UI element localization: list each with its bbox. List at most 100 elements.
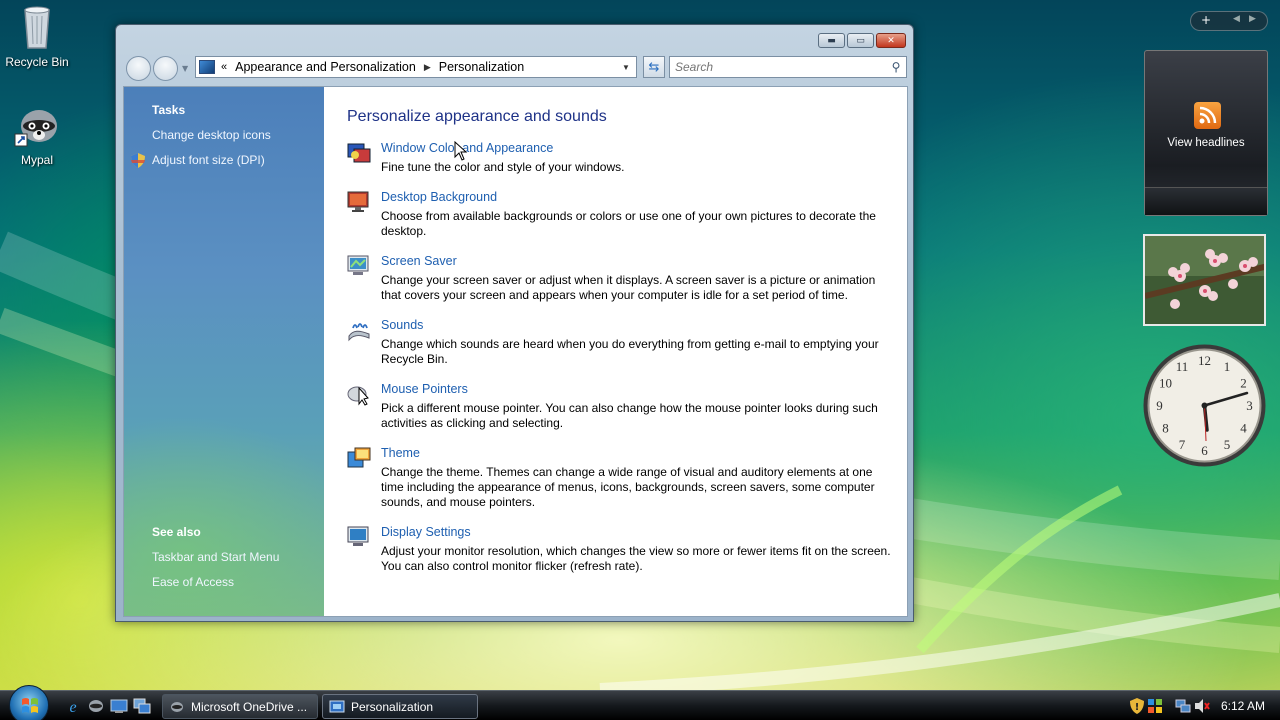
maximize-button[interactable]: ▭ [847, 33, 874, 48]
desktop-icon-mypal[interactable]: Mypal [0, 100, 74, 167]
clock-numeral: 11 [1176, 359, 1189, 374]
security-shield-icon[interactable]: ! [1130, 698, 1144, 714]
clock-numeral: 1 [1224, 359, 1231, 374]
desktop-background-link[interactable]: Desktop Background [381, 190, 497, 204]
clock-numeral: 5 [1224, 437, 1231, 452]
minimize-button[interactable]: ▬ [818, 33, 845, 48]
network-icon[interactable] [1175, 698, 1191, 714]
recent-pages-dropdown[interactable]: ▼ [182, 64, 188, 73]
screen-saver-icon [347, 255, 369, 275]
tasks-heading: Tasks [152, 103, 186, 117]
svg-text:!: ! [1135, 702, 1140, 713]
add-gadget-icon[interactable]: + [1201, 13, 1211, 27]
item-description: Adjust your monitor resolution, which ch… [381, 544, 891, 573]
desktop-background-icon [347, 191, 369, 212]
personalization-window: ▬ ▭ ✕ ▼ « Appearance and Personalization… [115, 24, 914, 622]
clock-numeral: 6 [1201, 443, 1208, 458]
rss-icon [1194, 102, 1221, 129]
change-desktop-icons-link[interactable]: Change desktop icons [152, 128, 271, 142]
view-headlines-label[interactable]: View headlines [1145, 137, 1267, 149]
taskbar: e Microsoft OneDrive ... Personalization… [0, 685, 1280, 720]
sounds-link[interactable]: Sounds [381, 318, 423, 332]
taskbar-button-label: Personalization [351, 699, 434, 714]
forward-button[interactable] [153, 56, 178, 81]
clock-numeral: 7 [1179, 437, 1186, 452]
theme-icon [347, 447, 371, 468]
refresh-button[interactable]: ⇆ [643, 56, 665, 78]
address-dropdown-icon[interactable]: ▼ [616, 57, 636, 77]
navigation-bar: ▼ « Appearance and Personalization ▶ Per… [124, 55, 907, 81]
clock-numeral: 4 [1240, 421, 1247, 436]
main-content: Personalize appearance and sounds Window… [324, 87, 907, 616]
see-also-heading: See also [152, 525, 201, 539]
refresh-icon: ⇆ [648, 59, 660, 75]
volume-muted-icon[interactable] [1194, 698, 1210, 714]
mouse-cursor-icon [454, 141, 468, 161]
item-description: Change your screen saver or adjust when … [381, 273, 876, 302]
show-desktop-icon[interactable] [110, 698, 128, 714]
search-box: ⚲ [669, 56, 907, 78]
clock-numeral: 2 [1240, 376, 1247, 391]
desktop-icon-label: Recycle Bin [5, 55, 69, 69]
notification-area: ! 6:12 AM [1130, 691, 1280, 720]
desktop-icon-label: Mypal [20, 153, 53, 167]
close-icon: ✕ [887, 35, 895, 46]
back-button[interactable] [126, 56, 151, 81]
item-description: Choose from available backgrounds or col… [381, 209, 876, 238]
switch-windows-icon[interactable] [133, 698, 151, 714]
clock-numeral: 3 [1246, 398, 1253, 413]
start-button[interactable] [9, 685, 49, 720]
ease-of-access-link[interactable]: Ease of Access [152, 575, 234, 589]
window-color-icon [347, 143, 371, 163]
taskbar-start-menu-link[interactable]: Taskbar and Start Menu [152, 550, 279, 564]
page-title: Personalize appearance and sounds [347, 108, 607, 125]
window-controls: ▬ ▭ ✕ [818, 33, 906, 48]
onedrive-window-icon [171, 701, 183, 712]
item-description: Change the theme. Themes can change a wi… [381, 465, 875, 509]
clock-numeral: 9 [1156, 398, 1163, 413]
clock-gadget[interactable]: 12 1234567891011 [1141, 342, 1268, 469]
gadget-footer [1145, 187, 1267, 215]
close-button[interactable]: ✕ [876, 33, 906, 48]
item-description: Change which sounds are heard when you d… [381, 337, 879, 366]
tasks-pane: Tasks Change desktop icons Adjust font s… [124, 87, 324, 616]
clock-numeral: 12 [1198, 353, 1211, 368]
control-panel-icon [199, 60, 215, 74]
taskbar-button-personalization[interactable]: Personalization [322, 694, 478, 719]
windows-logo-icon [22, 698, 38, 713]
item-description: Fine tune the color and style of your wi… [381, 160, 625, 174]
sidebar-controls: + ◀ ▶ [1190, 11, 1268, 31]
screen-saver-link[interactable]: Screen Saver [381, 254, 457, 268]
address-bar[interactable]: « Appearance and Personalization ▶ Perso… [195, 56, 637, 78]
previous-page-icon[interactable]: ◀ [1233, 14, 1240, 24]
mypal-quicklaunch-icon[interactable] [87, 698, 105, 714]
theme-link[interactable]: Theme [381, 446, 420, 460]
search-icon[interactable]: ⚲ [886, 60, 906, 74]
uac-shield-icon [131, 153, 145, 168]
search-input[interactable] [670, 60, 886, 74]
minimize-icon: ▬ [827, 35, 836, 46]
control-panel-icon [329, 700, 345, 712]
clock-numeral: 8 [1162, 421, 1169, 436]
display-settings-link[interactable]: Display Settings [381, 525, 471, 539]
feed-headlines-gadget[interactable]: View headlines [1144, 50, 1268, 216]
adjust-font-size-link[interactable]: Adjust font size (DPI) [152, 153, 265, 167]
mypal-raccoon-icon [14, 110, 57, 147]
desktop-icon-recycle-bin[interactable]: Recycle Bin [0, 2, 74, 69]
breadcrumb-item[interactable]: Appearance and Personalization [235, 60, 416, 74]
breadcrumb-overflow-icon[interactable]: « [221, 61, 227, 73]
recycle-bin-icon [24, 6, 50, 49]
display-settings-icon [347, 526, 369, 546]
taskbar-clock[interactable]: 6:12 AM [1221, 699, 1265, 713]
internet-explorer-icon[interactable]: e [64, 698, 82, 714]
breadcrumb-separator-icon[interactable]: ▶ [424, 62, 431, 73]
slideshow-gadget[interactable] [1143, 234, 1266, 326]
windows-update-icon[interactable] [1147, 698, 1163, 714]
sounds-icon [348, 323, 370, 342]
breadcrumb-item[interactable]: Personalization [439, 60, 524, 74]
next-page-icon[interactable]: ▶ [1249, 14, 1256, 24]
taskbar-button-onedrive[interactable]: Microsoft OneDrive ... [162, 694, 318, 719]
clock-numeral: 10 [1159, 376, 1172, 391]
flower-photo [1145, 236, 1264, 324]
mouse-pointers-link[interactable]: Mouse Pointers [381, 382, 468, 396]
